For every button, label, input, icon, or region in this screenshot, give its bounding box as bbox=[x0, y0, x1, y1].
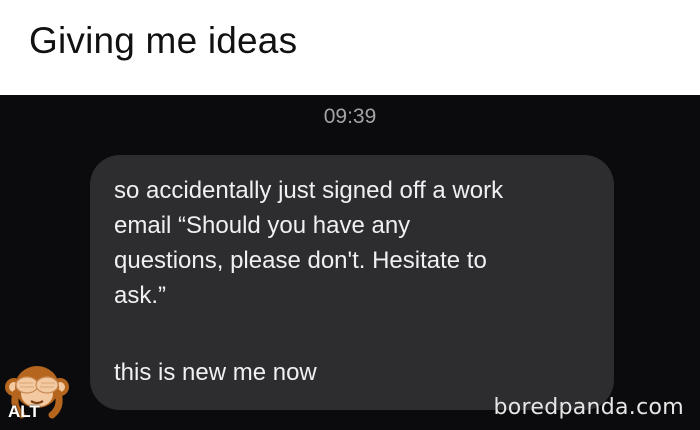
message-bubble[interactable]: so accidentally just signed off a work e… bbox=[90, 155, 614, 410]
message-text-2: this is new me now bbox=[114, 359, 317, 386]
alt-text-badge[interactable]: ALT bbox=[8, 402, 40, 422]
watermark-text: boredpanda.com bbox=[493, 395, 684, 420]
caption-title: Giving me ideas bbox=[29, 20, 298, 61]
message-text-1: so accidentally just signed off a work e… bbox=[114, 177, 504, 309]
chat-screen: 09:39 so accidentally just signed off a … bbox=[0, 95, 700, 430]
caption-bar: Giving me ideas bbox=[0, 0, 700, 95]
message-timestamp: 09:39 bbox=[323, 105, 377, 128]
